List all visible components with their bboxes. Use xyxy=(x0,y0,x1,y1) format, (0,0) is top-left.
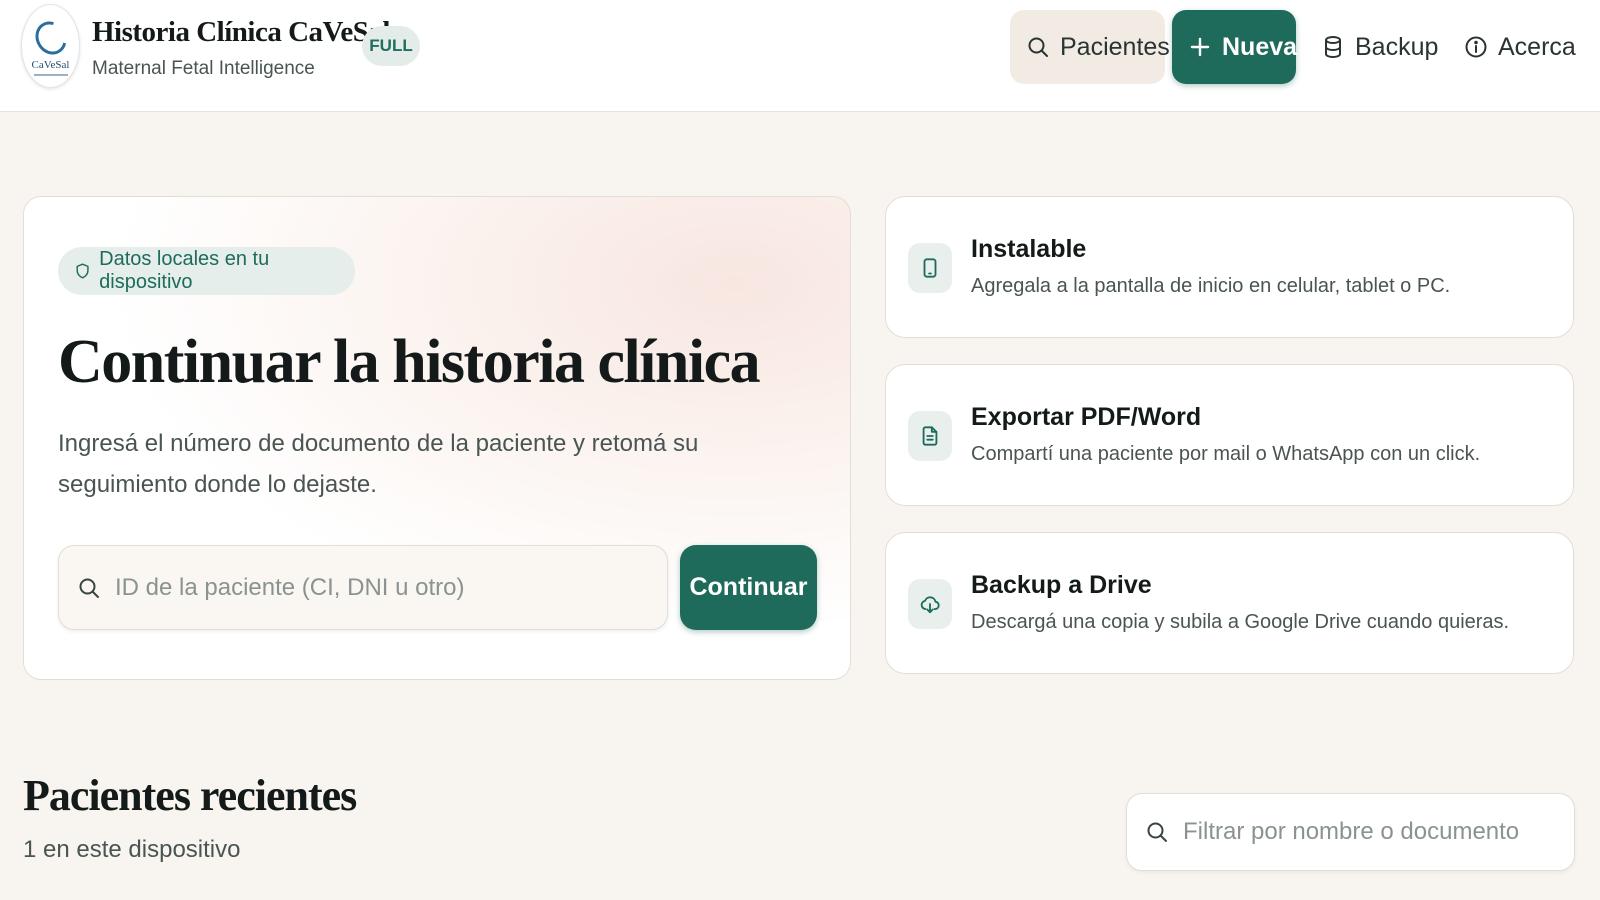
plus-icon xyxy=(1188,35,1212,59)
brand-subtitle: Maternal Fetal Intelligence xyxy=(92,58,315,79)
search-icon xyxy=(1147,822,1167,842)
filter-input[interactable] xyxy=(1183,818,1563,846)
search-icon xyxy=(79,578,99,598)
continue-card: Datos locales en tu dispositivo Continua… xyxy=(23,196,851,680)
document-icon xyxy=(908,411,952,461)
nav-acerca-label: Acerca xyxy=(1498,32,1576,61)
phone-icon xyxy=(908,243,952,293)
feature-card-installable: Instalable Agregala a la pantalla de ini… xyxy=(885,196,1574,338)
brand-title: Historia Clínica CaVeSal xyxy=(92,16,390,48)
recent-patients-count: 1 en este dispositivo xyxy=(23,836,241,863)
nav-backup-label: Backup xyxy=(1355,32,1439,61)
feature-description: Compartí una paciente por mail o WhatsAp… xyxy=(971,443,1481,465)
nav-pacientes-label: Pacientes xyxy=(1060,32,1170,61)
nav-backup-button[interactable]: Backup xyxy=(1305,10,1439,84)
feature-card-export: Exportar PDF/Word Compartí una paciente … xyxy=(885,364,1574,506)
feature-description: Agregala a la pantalla de inicio en celu… xyxy=(971,275,1451,297)
shield-icon xyxy=(76,263,89,279)
feature-title: Backup a Drive xyxy=(971,571,1152,599)
nav-nueva-button[interactable]: Nueva xyxy=(1172,10,1298,84)
feature-card-backup-drive: Backup a Drive Descargá una copia y subi… xyxy=(885,532,1574,674)
page-title: Continuar la historia clínica xyxy=(58,328,761,396)
cavesal-logo[interactable]: CaVeSal xyxy=(21,4,80,88)
nav-acerca-button[interactable]: Acerca xyxy=(1448,10,1578,84)
search-icon xyxy=(1026,35,1050,59)
nav-nueva-label: Nueva xyxy=(1222,32,1298,61)
logo-swirl-icon xyxy=(29,15,72,60)
nav-pacientes-button[interactable]: Pacientes xyxy=(1010,10,1170,84)
feature-title: Instalable xyxy=(971,235,1087,263)
page-description: Ingresá el número de documento de la pac… xyxy=(58,430,699,498)
filter-field[interactable] xyxy=(1126,793,1575,871)
continue-button[interactable]: Continuar xyxy=(680,545,817,630)
feature-title: Exportar PDF/Word xyxy=(971,403,1202,431)
info-icon xyxy=(1464,35,1488,59)
local-data-chip: Datos locales en tu dispositivo xyxy=(58,247,355,295)
cloud-download-icon xyxy=(908,579,952,629)
logo-text: CaVeSal xyxy=(31,58,70,71)
database-icon xyxy=(1321,35,1345,59)
patient-id-input[interactable] xyxy=(115,573,655,602)
patient-id-field[interactable] xyxy=(58,545,668,630)
plan-badge: FULL xyxy=(362,26,420,66)
app-header: CaVeSal Historia Clínica CaVeSal Materna… xyxy=(0,0,1600,112)
local-data-chip-label: Datos locales en tu dispositivo xyxy=(99,248,270,293)
recent-patients-title: Pacientes recientes xyxy=(23,771,357,820)
feature-description: Descargá una copia y subila a Google Dri… xyxy=(971,611,1510,633)
logo-tagline-line xyxy=(33,73,68,76)
